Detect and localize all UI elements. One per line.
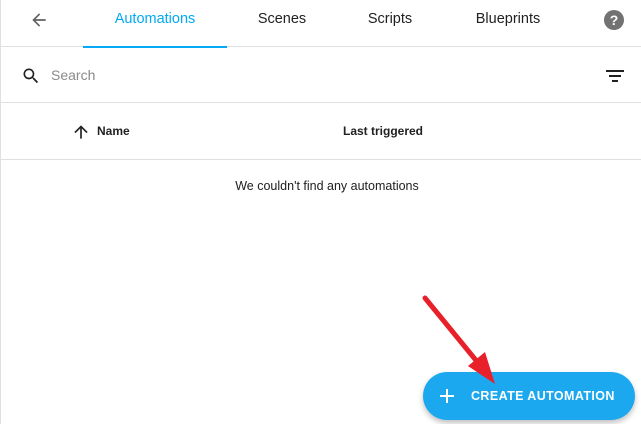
table-header: Name Last triggered: [1, 103, 641, 160]
search-bar: [1, 47, 641, 103]
help-circle-icon: ?: [609, 12, 619, 28]
tab-scenes-label: Scenes: [257, 11, 307, 27]
empty-state-message: We couldn't find any automations: [235, 179, 419, 193]
search-icon: [23, 68, 39, 84]
search-input[interactable]: [51, 63, 571, 87]
column-header-name[interactable]: Name: [97, 124, 130, 138]
tab-blueprints-label: Blueprints: [475, 11, 541, 27]
filter-icon[interactable]: [604, 66, 626, 86]
create-automation-button[interactable]: CREATE AUTOMATION: [423, 372, 635, 420]
create-automation-label: CREATE AUTOMATION: [471, 389, 615, 403]
tab-scenes[interactable]: Scenes: [227, 0, 337, 47]
tab-automations-label: Automations: [114, 11, 196, 27]
back-button[interactable]: [27, 8, 51, 32]
column-header-last-triggered[interactable]: Last triggered: [343, 124, 423, 138]
top-app-bar: Automations Scenes Scripts Blueprints ?: [1, 0, 641, 48]
tab-blueprints[interactable]: Blueprints: [443, 0, 573, 47]
tab-scripts-label: Scripts: [367, 11, 413, 27]
arrow-left-icon: [32, 13, 46, 27]
arrow-up-icon[interactable]: [71, 122, 91, 142]
tab-scripts[interactable]: Scripts: [337, 0, 443, 47]
plus-icon: [440, 389, 454, 403]
help-button[interactable]: ?: [604, 10, 624, 30]
automations-page: Automations Scenes Scripts Blueprints ? …: [0, 0, 641, 424]
tab-automations[interactable]: Automations: [83, 0, 227, 48]
